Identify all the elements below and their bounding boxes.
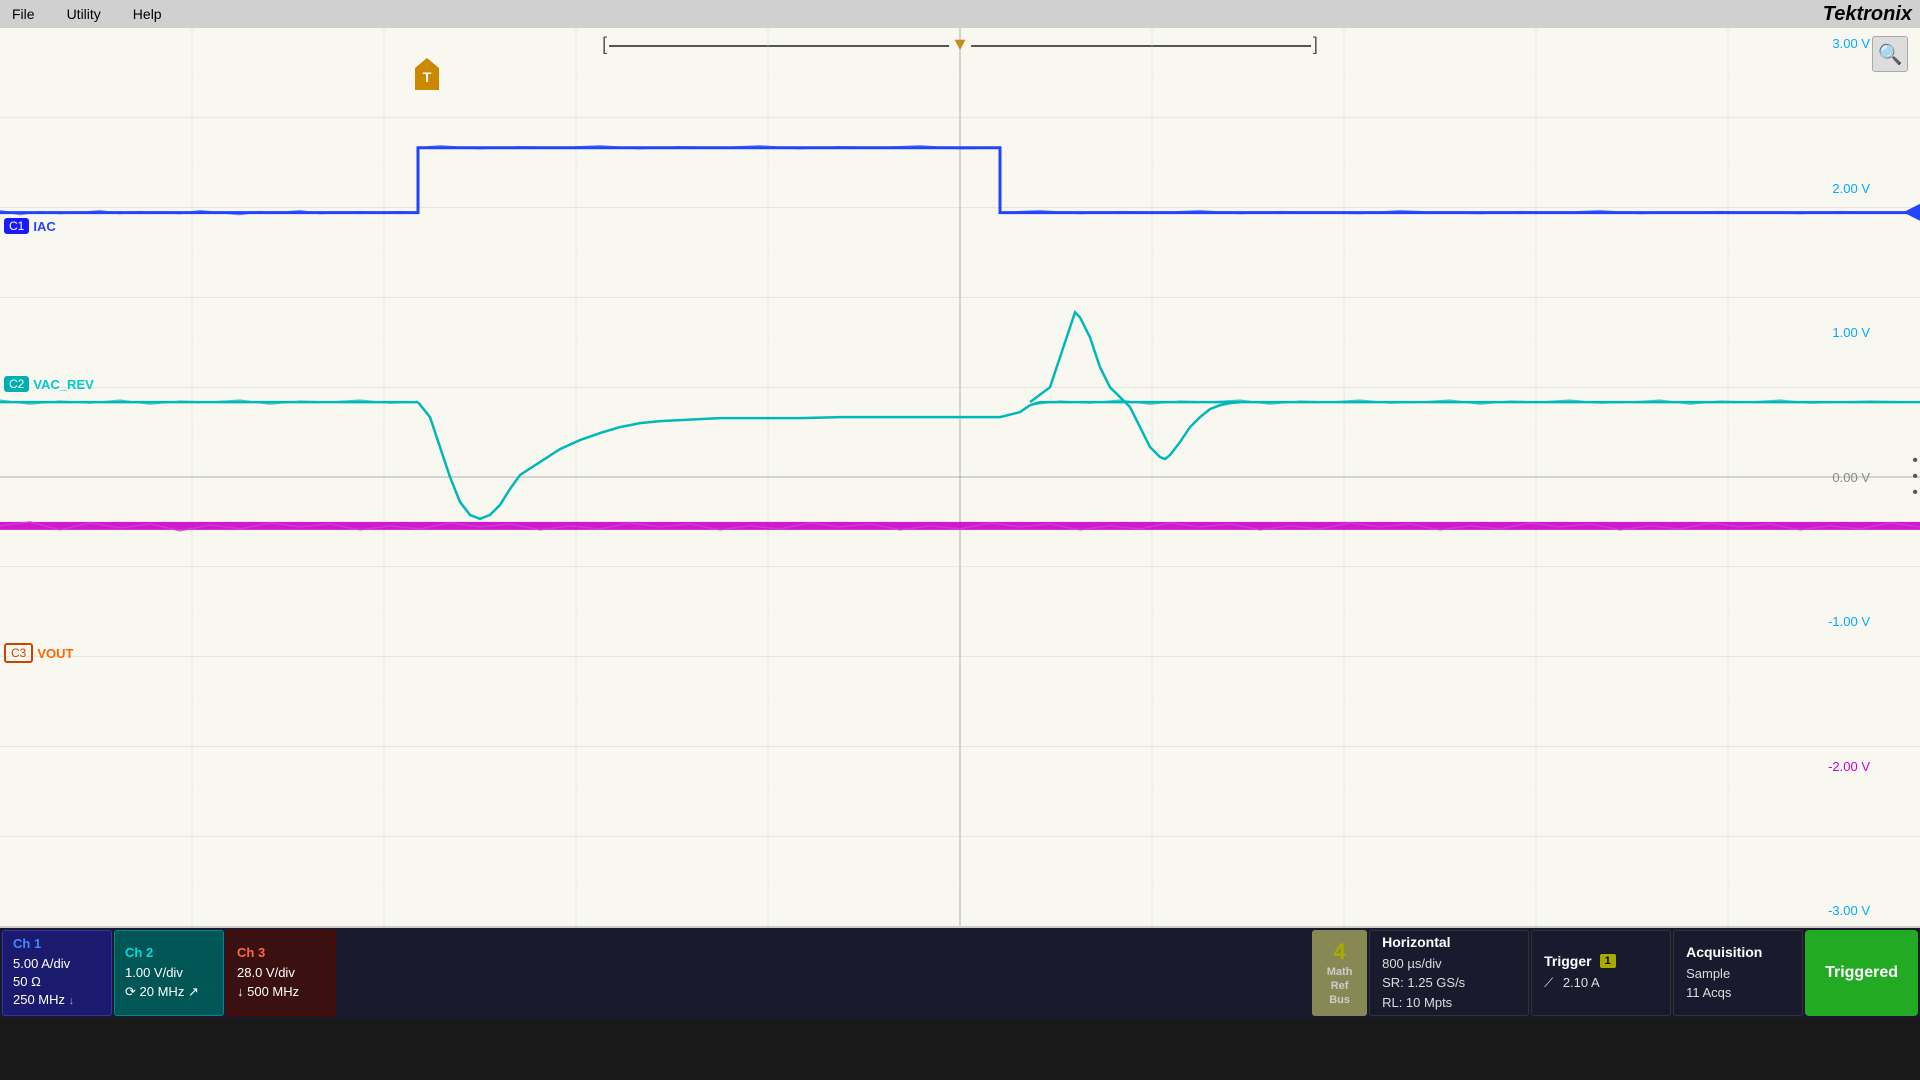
ch2-info[interactable]: Ch 2 1.00 V/div ⟳ 20 MHz ↗ <box>114 930 224 1016</box>
ch1-impedance: 50 Ω <box>13 973 101 991</box>
ch3-name: VOUT <box>37 646 73 661</box>
ch3-vdiv: 28.0 V/div <box>237 964 325 982</box>
utility-menu[interactable]: Utility <box>63 4 105 24</box>
horizontal-info[interactable]: Horizontal 800 µs/div SR: 1.25 GS/s RL: … <box>1369 930 1529 1016</box>
ch2-vdiv: 1.00 V/div <box>125 964 213 982</box>
ch1-name: IAC <box>33 219 55 234</box>
ch3-badge[interactable]: C3 <box>4 643 33 663</box>
brand-logo: Tektronix <box>1823 3 1912 26</box>
ch1-badge[interactable]: C1 <box>4 218 29 234</box>
spacer <box>338 930 1310 1016</box>
horizontal-title: Horizontal <box>1382 934 1516 950</box>
ch3-info[interactable]: Ch 3 28.0 V/div ↓ 500 MHz <box>226 930 336 1016</box>
ch2-bw: ⟳ 20 MHz ↗ <box>125 983 213 1001</box>
ch1-info[interactable]: Ch 1 5.00 A/div 50 Ω 250 MHz ↓ <box>2 930 112 1016</box>
ch2-info-title: Ch 2 <box>125 945 213 960</box>
help-menu[interactable]: Help <box>129 4 166 24</box>
ch3-info-title: Ch 3 <box>237 945 325 960</box>
more-options-dots[interactable]: • • • <box>1912 453 1918 501</box>
ch1-label[interactable]: C1 IAC <box>4 218 56 234</box>
ch1-bw: 250 MHz ↓ <box>13 991 101 1009</box>
ch2-label[interactable]: C2 VAC_REV <box>4 376 94 392</box>
ch1-vdiv: 5.00 A/div <box>13 955 101 973</box>
math-labels: MathRefBus <box>1327 965 1353 1008</box>
acquisition-mode: Sample <box>1686 964 1790 984</box>
waveform-display[interactable]: [ ▼ ] T <box>0 28 1920 928</box>
trigger-title: Trigger 1 <box>1544 953 1658 969</box>
waveform-svg <box>0 28 1920 926</box>
status-bar: Ch 1 5.00 A/div 50 Ω 250 MHz ↓ Ch 2 1.00… <box>0 928 1920 1018</box>
horizontal-sr: SR: 1.25 GS/s <box>1382 973 1516 993</box>
horizontal-rl: RL: 10 Mpts <box>1382 993 1516 1013</box>
ch1-level-arrow[interactable]: ◀ <box>1903 198 1920 224</box>
triggered-button[interactable]: Triggered <box>1805 930 1918 1016</box>
ch3-bw: ↓ 500 MHz <box>237 983 325 1001</box>
ch3-label[interactable]: C3 VOUT <box>4 643 73 663</box>
trigger-details: ⟋ 2.10 A <box>1544 973 1658 993</box>
ch2-badge[interactable]: C2 <box>4 376 29 392</box>
zoom-icon[interactable]: 🔍 <box>1872 36 1908 72</box>
horizontal-timediv: 800 µs/div <box>1382 954 1516 974</box>
scope-area: [ ▼ ] T <box>0 28 1920 1018</box>
ch2-name: VAC_REV <box>33 377 93 392</box>
acquisition-info[interactable]: Acquisition Sample 11 Acqs <box>1673 930 1803 1016</box>
trigger-info[interactable]: Trigger 1 ⟋ 2.10 A <box>1531 930 1671 1016</box>
menubar: File Utility Help Tektronix <box>0 0 1920 28</box>
math-number: 4 <box>1333 939 1345 965</box>
ch1-info-title: Ch 1 <box>13 936 101 951</box>
acquisition-title: Acquisition <box>1686 944 1790 960</box>
file-menu[interactable]: File <box>8 4 39 24</box>
acquisition-count: 11 Acqs <box>1686 983 1790 1003</box>
math-ref-bus-block[interactable]: 4 MathRefBus <box>1312 930 1367 1016</box>
trigger-badge: 1 <box>1600 954 1616 968</box>
